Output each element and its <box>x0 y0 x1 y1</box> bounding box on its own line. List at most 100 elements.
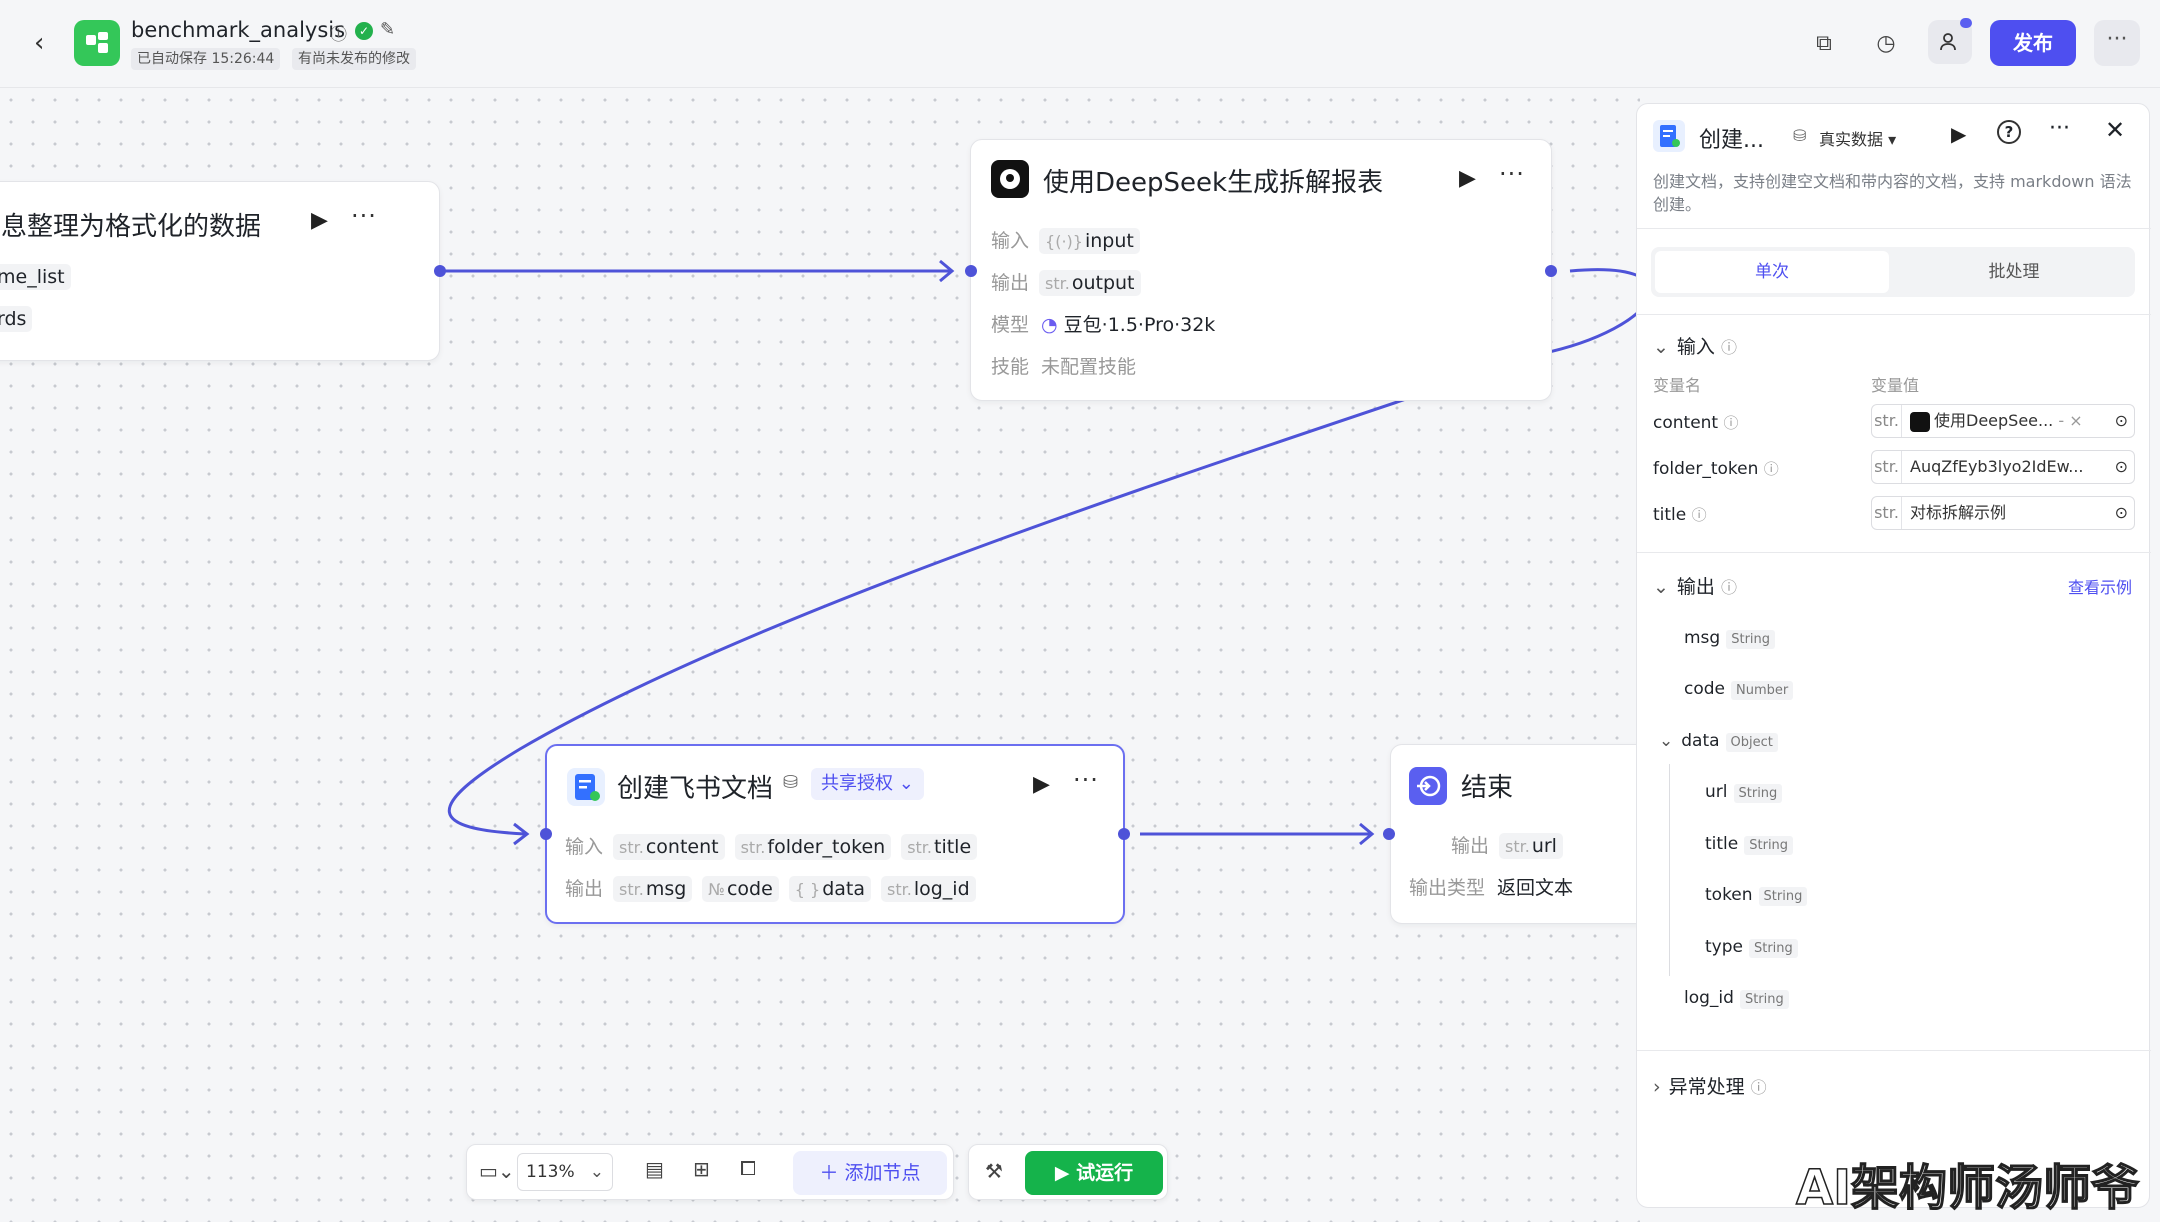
minimap-icon[interactable]: ▭⌄ <box>479 1159 515 1183</box>
chevron-right-icon: › <box>1653 1076 1661 1098</box>
close-icon[interactable]: ✕ <box>2105 116 2125 144</box>
variable-icon[interactable]: ⊙ <box>2115 497 2128 529</box>
output-port[interactable] <box>1545 265 1557 277</box>
layout-icon[interactable]: ⊞ <box>693 1157 710 1181</box>
input-name: title <box>934 836 972 858</box>
divider <box>1637 1050 2151 1051</box>
verified-icon: ✓ <box>355 22 373 40</box>
node-end[interactable]: 结束 输出 str. url 输出类型 返回文本 <box>1390 744 1640 924</box>
play-icon[interactable]: ▶ <box>1033 772 1050 797</box>
autosave-status: 已自动保存 15:26:44 <box>131 48 281 70</box>
type-icon: str. <box>907 838 932 857</box>
skill-label: 技能 <box>991 356 1030 378</box>
tab-single[interactable]: 单次 <box>1655 251 1889 293</box>
output-item: type String <box>1705 937 1798 958</box>
section-title: 输入 <box>1676 336 1715 358</box>
play-icon[interactable]: ▶ <box>1951 122 1966 146</box>
unpublished-status: 有尚未发布的修改 <box>292 48 416 70</box>
input-name: content <box>645 836 719 858</box>
output-name: type <box>1705 937 1743 957</box>
debug-icon[interactable]: ⚒ <box>985 1159 1003 1183</box>
output-chip: rds <box>0 306 33 332</box>
field-value: AuqZfEyb3lyo2IdEw... <box>1910 457 2084 476</box>
share-label: 共享授权 <box>821 773 893 794</box>
preview-icon[interactable]: ⧠ <box>740 1156 756 1180</box>
input-port[interactable] <box>540 828 552 840</box>
test-run-button[interactable]: ▶ 试运行 <box>1025 1151 1163 1195</box>
db-icon: ⛁ <box>783 772 799 793</box>
users-icon <box>1940 33 1956 51</box>
error-section-header[interactable]: › 异常处理 ⓘ <box>1653 1072 1767 1099</box>
run-label: 试运行 <box>1076 1162 1134 1184</box>
type-icon: str. <box>619 838 644 857</box>
top-bar: ‹ benchmark_analysis ⓘ ✓ ✎ 已自动保存 15:26:4… <box>0 0 2160 88</box>
add-node-button[interactable]: ＋ 添加节点 <box>793 1151 947 1195</box>
info-icon: ⓘ <box>1763 460 1779 478</box>
output-name: code <box>726 878 773 900</box>
node-deepseek[interactable]: 使用DeepSeek生成拆解报表 ▶ ··· 输入 {(·)} input 输出 st… <box>970 139 1552 401</box>
back-icon[interactable]: ‹ <box>34 28 44 58</box>
doubao-icon: ◔ <box>1041 314 1058 336</box>
divider <box>1637 314 2151 315</box>
folder-token-field[interactable]: str. AuqZfEyb3lyo2IdEw... ⊙ <box>1871 450 2135 484</box>
column-var-value: 变量值 <box>1871 376 1920 395</box>
share-auth-dropdown[interactable]: 共享授权 ⌄ <box>811 768 924 800</box>
more-icon[interactable]: ··· <box>2049 116 2070 141</box>
input-section-header[interactable]: ⌄ 输入 ⓘ <box>1653 332 1737 359</box>
publish-button[interactable]: 发布 <box>1990 20 2076 66</box>
info-icon[interactable]: ⓘ <box>330 20 347 45</box>
output-section-header[interactable]: ⌄ 输出 ⓘ <box>1653 572 1737 599</box>
output-type: String <box>1758 887 1808 906</box>
panel-description: 创建文档，支持创建空文档和带内容的文档，支持 markdown 语法创建。 <box>1653 172 2132 214</box>
help-icon[interactable]: ? <box>1997 120 2021 144</box>
output-name: code <box>1684 679 1725 699</box>
output-port[interactable] <box>434 265 446 277</box>
field-name: folder_token <box>1653 459 1759 479</box>
end-icon <box>1409 767 1447 805</box>
chevron-down-icon[interactable]: ⌄ <box>1659 731 1673 751</box>
field-value: 使用DeepSee... <box>1934 411 2054 430</box>
input-port[interactable] <box>965 265 977 277</box>
model-label: 模型 <box>991 314 1030 336</box>
node-format-data[interactable]: 息整理为格式化的数据 ▶ ··· me_list rds <box>0 181 440 361</box>
field-suffix: - <box>2058 411 2065 430</box>
comment-icon[interactable]: ▤ <box>645 1157 664 1181</box>
model-value: 豆包·1.5·Pro·32k <box>1063 314 1216 336</box>
node-create-feishu-doc[interactable]: 创建飞书文档 ⛁ 共享授权 ⌄ ▶ ··· 输入 str. content str. f… <box>545 744 1125 924</box>
run-toolbar: ⚒ ▶ 试运行 <box>968 1144 1168 1200</box>
more-button[interactable]: ··· <box>2094 20 2140 66</box>
output-port[interactable] <box>1118 828 1130 840</box>
play-icon[interactable]: ▶ <box>311 208 328 233</box>
edit-icon[interactable]: ✎ <box>380 19 395 40</box>
output-name: msg <box>1684 628 1721 648</box>
more-icon[interactable]: ··· <box>1499 160 1525 188</box>
output-chip: me_list <box>0 264 71 290</box>
deepseek-icon <box>1910 411 1930 432</box>
content-field[interactable]: str. 使用DeepSee... - × ⊙ <box>1871 404 2135 438</box>
variable-icon[interactable]: ⊙ <box>2115 405 2128 437</box>
view-example-link[interactable]: 查看示例 <box>2068 574 2132 598</box>
node-config-panel: 创建... ⛁ 真实数据 ▾ ▶ ? ··· ✕ 创建文档，支持创建空文档和带内… <box>1636 103 2151 1208</box>
title-field[interactable]: str. 对标拆解示例 ⊙ <box>1871 496 2135 530</box>
notification-badge <box>1960 18 1972 28</box>
input-port[interactable] <box>1383 828 1395 840</box>
more-icon[interactable]: ··· <box>1073 766 1099 794</box>
input-label: 输入 <box>565 836 604 858</box>
play-icon[interactable]: ▶ <box>1459 166 1476 191</box>
clear-icon[interactable]: × <box>2069 411 2082 430</box>
copy-icon[interactable]: ⧉ <box>1806 26 1842 62</box>
canvas-toolbar: ▭⌄ 113% ⌄ ▤ ⊞ ＋ 添加节点 <box>466 1144 954 1200</box>
app-logo-icon <box>74 20 120 66</box>
type-icon: {(·)} <box>1045 232 1083 251</box>
zoom-select[interactable]: 113% ⌄ <box>517 1153 613 1191</box>
tab-batch[interactable]: 批处理 <box>1897 251 2131 293</box>
data-mode-label: 真实数据 <box>1819 130 1884 149</box>
history-icon[interactable]: ◷ <box>1868 26 1904 62</box>
zoom-value: 113% <box>526 1162 575 1182</box>
info-icon: ⓘ <box>1691 506 1707 524</box>
workflow-canvas[interactable]: 息整理为格式化的数据 ▶ ··· me_list rds 使用DeepSeek生… <box>0 89 1640 1222</box>
data-mode-dropdown[interactable]: 真实数据 ▾ <box>1819 126 1896 150</box>
add-node-label: 添加节点 <box>844 1162 921 1184</box>
variable-icon[interactable]: ⊙ <box>2114 451 2128 483</box>
more-icon[interactable]: ··· <box>351 202 377 230</box>
